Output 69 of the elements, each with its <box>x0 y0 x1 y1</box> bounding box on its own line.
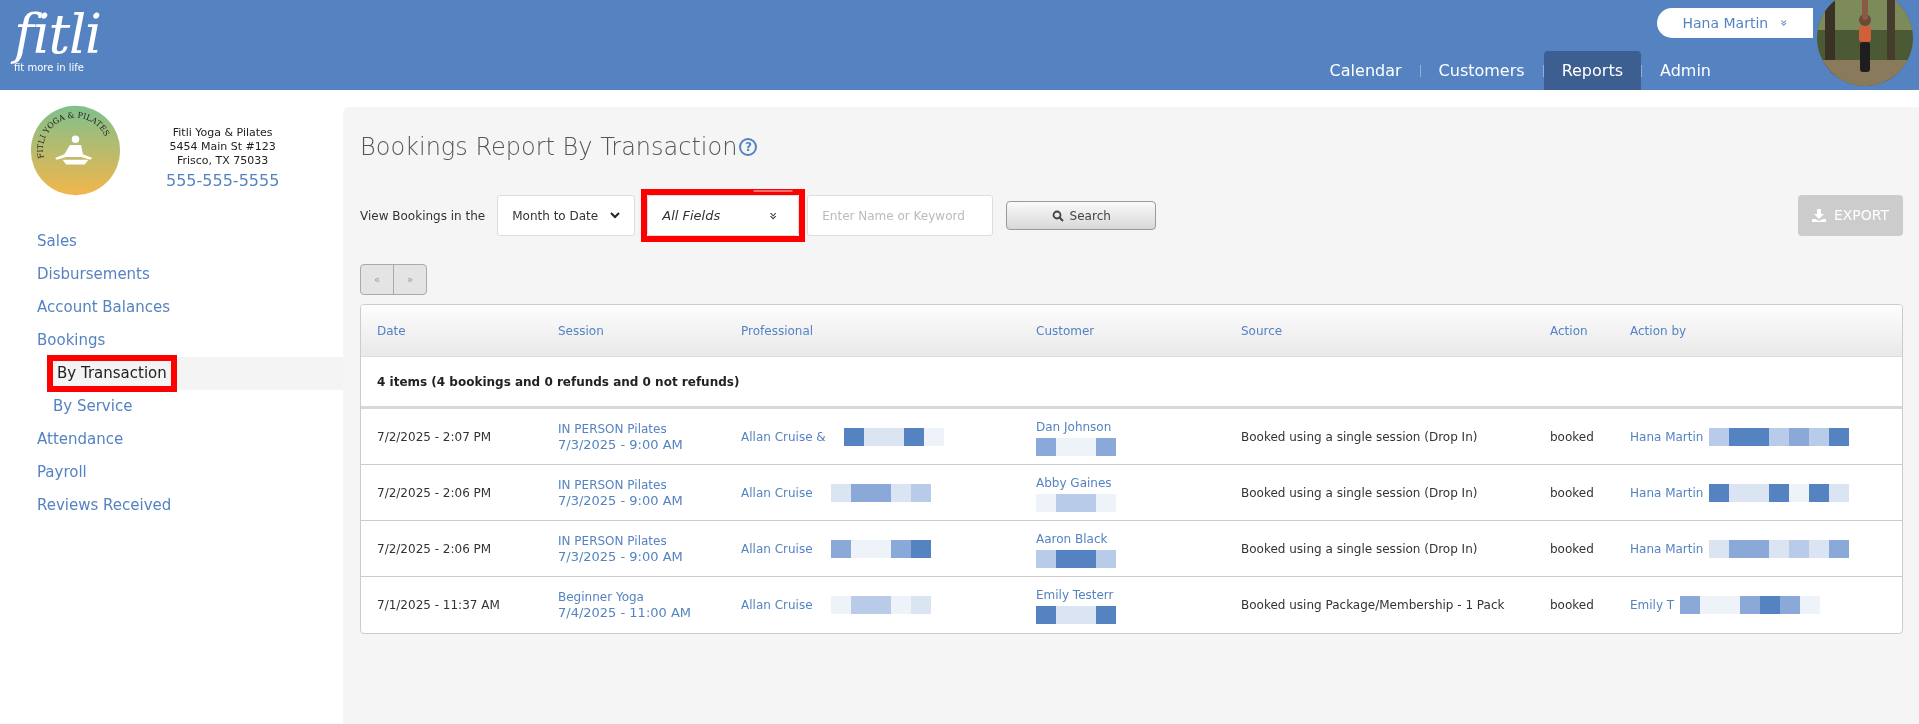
table-cell-text: 7/2/2025 - 2:07 PM <box>376 428 493 446</box>
studio-address: Frisco, TX 75033 <box>177 154 269 168</box>
nav-tab[interactable]: Reports <box>1543 51 1641 90</box>
user-menu[interactable]: Hana Martin » <box>1657 8 1813 38</box>
session-time-link[interactable]: 7/3/2025 - 9:00 AM <box>558 548 683 564</box>
sidebar-link[interactable]: Disbursements <box>37 263 150 286</box>
professional-link[interactable]: Allan Cruise <box>741 539 813 558</box>
session-time-link[interactable]: 7/3/2025 - 9:00 AM <box>558 492 683 508</box>
page-title: Bookings Report By Transaction <box>360 132 738 163</box>
session-link[interactable]: IN PERSON Pilates <box>558 533 667 549</box>
customer-link[interactable]: Aaron Black <box>1036 529 1108 548</box>
period-select[interactable]: Month to Date <box>497 195 636 236</box>
action-by-link[interactable]: Hana Martin <box>1630 539 1704 558</box>
sidebar-link[interactable]: By Service <box>53 395 133 418</box>
professional-link[interactable]: Allan Cruise <box>741 596 813 614</box>
table-cell-text: booked <box>1549 597 1595 614</box>
sidebar-link[interactable]: Bookings <box>37 329 106 352</box>
search-button[interactable]: Search <box>1006 201 1157 230</box>
session-time-link[interactable]: 7/4/2025 - 11:00 AM <box>558 605 692 620</box>
help-icon[interactable]: ? <box>739 138 758 156</box>
sidebar-link[interactable]: Sales <box>37 230 77 253</box>
professional-link[interactable]: Allan Cruise & <box>741 427 826 446</box>
search-icon <box>1051 209 1064 222</box>
sidebar-link[interactable]: Payroll <box>37 461 87 484</box>
double-chevron-icon: » <box>1774 19 1793 27</box>
nav-tab[interactable]: Customers <box>1420 51 1543 90</box>
column-header[interactable]: Action <box>1534 321 1588 340</box>
chevron-down-icon <box>610 212 621 219</box>
session-link[interactable]: IN PERSON Pilates <box>558 477 667 493</box>
action-by-link[interactable]: Hana Martin <box>1630 483 1704 502</box>
action-by-link[interactable]: Hana Martin <box>1630 427 1704 446</box>
sidebar-link[interactable]: By Transaction <box>47 355 177 392</box>
download-icon <box>1811 209 1826 222</box>
customer-link[interactable]: Abby Gaines <box>1036 473 1112 492</box>
table-cell-text: booked <box>1549 540 1595 558</box>
sidebar-link[interactable]: Attendance <box>37 428 124 451</box>
table-cell-text: Booked using a single session (Drop In) <box>1240 428 1479 446</box>
table-cell-text: Booked using a single session (Drop In) <box>1240 484 1479 502</box>
table-cell-text: Booked using a single session (Drop In) <box>1240 540 1479 558</box>
table-cell-text: Booked using Package/Membership - 1 Pack <box>1240 597 1506 614</box>
nav-tab[interactable]: Calendar <box>1311 51 1420 90</box>
table-cell-text: 7/1/2025 - 11:37 AM <box>376 597 501 614</box>
session-link[interactable]: Beginner Yoga <box>558 590 644 605</box>
table-cell-text: booked <box>1549 428 1595 446</box>
filter-label: View Bookings in the <box>360 207 486 225</box>
professional-link[interactable]: Allan Cruise <box>741 483 813 502</box>
studio-address: 5454 Main St #123 <box>169 140 276 154</box>
session-link[interactable]: IN PERSON Pilates <box>558 421 667 437</box>
summary-text: 4 items (4 bookings and 0 refunds and 0 not refunds) <box>377 373 740 391</box>
table-cell-text: booked <box>1549 484 1595 502</box>
customer-link[interactable]: Dan Johnson <box>1036 417 1112 436</box>
table-cell-text: 7/2/2025 - 2:06 PM <box>376 484 493 502</box>
column-header[interactable]: Date <box>361 321 406 340</box>
column-header[interactable]: Customer <box>1020 321 1095 340</box>
sidebar-link[interactable]: Account Balances <box>37 296 170 319</box>
search-field[interactable]: Enter Name or Keyword <box>807 195 994 236</box>
studio-name: Fitli Yoga & Pilates <box>172 126 273 140</box>
column-header[interactable]: Action by <box>1614 321 1687 340</box>
table-cell-text: 7/2/2025 - 2:06 PM <box>376 540 493 558</box>
column-header[interactable]: Professional <box>725 321 814 340</box>
column-header[interactable]: Session <box>542 321 604 340</box>
session-time-link[interactable]: 7/3/2025 - 9:00 AM <box>558 436 683 452</box>
nav-tab[interactable]: Admin <box>1642 51 1729 90</box>
studio-phone: 555-555-5555 <box>166 170 280 192</box>
tagline: fit more in life <box>14 62 84 74</box>
sidebar-link[interactable]: Reviews Received <box>37 494 172 517</box>
column-header[interactable]: Source <box>1225 321 1283 340</box>
customer-link[interactable]: Emily Testerr <box>1036 586 1114 604</box>
action-by-link[interactable]: Emily T <box>1630 596 1675 614</box>
